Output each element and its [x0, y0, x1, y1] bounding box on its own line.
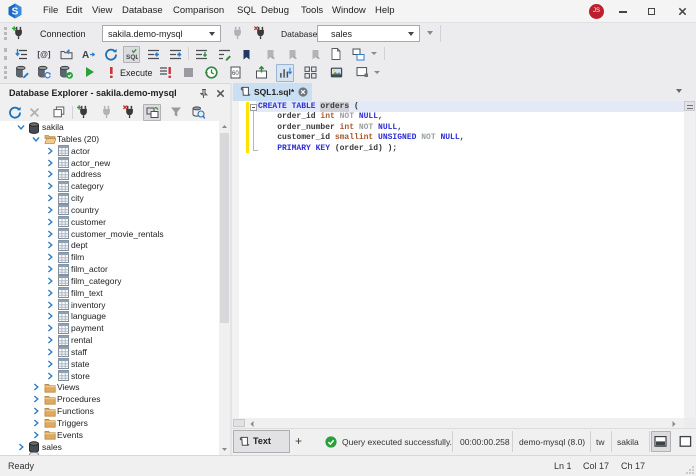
- svg-text:A: A: [82, 50, 89, 61]
- svg-text:60: 60: [232, 71, 239, 77]
- svg-text:S: S: [12, 7, 19, 18]
- svg-text:SQL: SQL: [126, 54, 138, 61]
